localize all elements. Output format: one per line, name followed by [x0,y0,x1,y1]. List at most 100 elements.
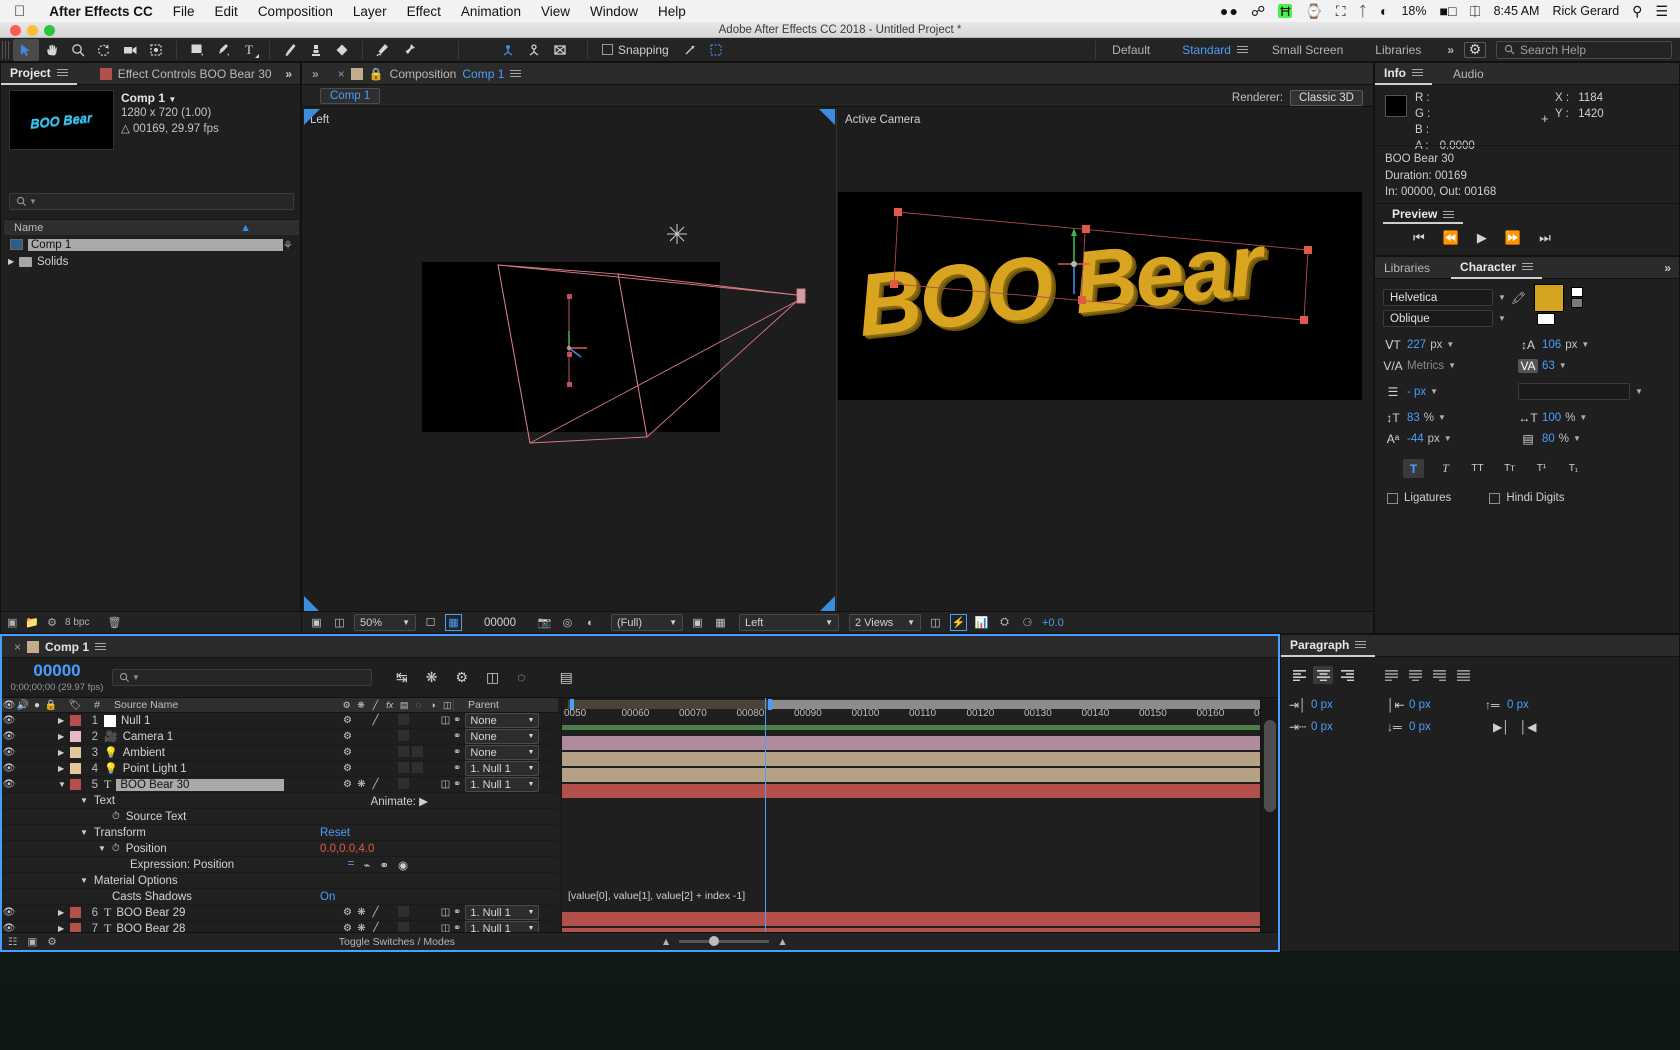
selection-handles[interactable] [838,192,1362,400]
property-value[interactable]: Reset [320,827,350,839]
layer-duration-bar[interactable] [562,784,1268,798]
clock-label[interactable]: 8:45 AM [1494,5,1540,18]
leading-value[interactable]: 106 [1542,339,1561,351]
threed-switch[interactable]: ◫ [439,923,452,932]
show-channels-icon[interactable]: ◐ [582,614,599,631]
space-before-field[interactable]: ↑═ 0 px [1485,698,1557,712]
timeline-property-row[interactable]: Casts Shadows On [2,889,558,905]
shy-switch[interactable]: ⚙ [341,907,354,918]
timeline-graph-icon[interactable]: 📊 [973,614,990,631]
tab-preview[interactable]: Preview [1383,206,1464,224]
rtl-direction-icon[interactable]: │◀ [1520,720,1537,734]
horizontal-scale-dropdown-icon[interactable]: ▼ [1579,413,1587,422]
timeline-property-row[interactable]: ▼ Material Options [2,873,558,889]
stroke-color-swatch[interactable] [1570,287,1583,297]
ltr-direction-icon[interactable]: ▶│ [1493,720,1510,734]
quality-switch[interactable]: ╱ [369,907,382,918]
menu-help[interactable]: Help [648,4,696,19]
snapping-checkbox[interactable] [602,44,613,55]
type-tool[interactable]: T [236,39,262,61]
workspace-menu-icon[interactable] [1236,44,1248,55]
rotation-tool[interactable] [91,39,117,61]
character-panel-menu-icon[interactable] [1522,261,1534,272]
timeline-layer-row[interactable]: 👁 ▶ 7 T BOO Bear 28 ⚙ ❋ ╱ ◫ ⚭ 1. Null 1 ▼ [2,921,558,932]
collapse-switch[interactable]: ❋ [355,779,368,790]
notification-center-icon[interactable]: ☰ [1655,4,1668,18]
zoom-in-timeline-icon[interactable]: ▲ [777,936,787,948]
tab-effect-controls[interactable]: Effect Controls BOO Bear 30 [91,63,281,85]
parent-pickwhip-icon[interactable]: ⚭ [453,715,461,726]
timeline-layer-row[interactable]: 👁 ▶ 4 💡 Point Light 1 ⚙ ⚭ 1. Null 1 ▼ [2,761,558,777]
first-frame-icon[interactable]: ⏮ [1413,230,1425,246]
comp-flowchart-icon[interactable]: ⛭ [996,614,1013,631]
kerning-field[interactable]: V/A Metrics ▼ [1383,359,1495,373]
hindi-digits-checkbox[interactable] [1489,492,1501,504]
baseline-shift-field[interactable]: Aᵃ -44 px ▼ [1383,432,1495,446]
region-interest-icon-2[interactable]: ▣ [689,614,706,631]
new-comp-icon[interactable]: ▣ [7,616,17,629]
timeline-snapshot-icon[interactable]: ▣ [27,936,37,948]
layer-lock-toggle[interactable] [44,907,58,918]
shy-switch[interactable]: ⚙ [341,731,354,742]
baseline-shift-value[interactable]: -44 [1407,433,1424,445]
expression-graph-icon[interactable]: ⌁ [363,858,370,872]
timeline-zoom-thumb[interactable] [709,936,720,946]
comp-lock-icon[interactable]: ⚘ [283,238,293,252]
font-family-dropdown-icon[interactable]: ▼ [1498,293,1506,302]
parent-pickwhip-icon[interactable]: ⚭ [453,763,461,774]
parent-pickwhip-icon[interactable]: ⚭ [453,731,461,742]
leading-field[interactable]: ↕A 106 px ▼ [1518,338,1630,352]
composition-panel-menu-icon[interactable] [510,68,522,79]
delete-icon[interactable]: 🗑 [107,616,121,629]
parent-dropdown[interactable]: 1. Null 1 ▼ [465,761,540,776]
dropbox-icon[interactable]: ● ● [1220,4,1238,18]
layer-twirl-icon[interactable]: ▶ [58,716,70,725]
puppet-pin-tool[interactable] [396,39,422,61]
parent-pickwhip-icon[interactable]: ⚭ [453,923,461,932]
fill-swatch-small[interactable] [1536,312,1555,325]
expression-text[interactable]: [value[0], value[1], value[2] + index -1… [568,890,745,902]
zoom-tool[interactable] [65,39,91,61]
viewport-left[interactable]: Left [302,109,837,612]
subscript-icon[interactable]: T₁ [1563,459,1584,478]
layer-duration-bar[interactable] [562,912,1268,926]
shy-switch[interactable]: ⚙ [341,715,354,726]
parent-dropdown[interactable]: 1. Null 1 ▼ [465,777,540,792]
tsume-field[interactable]: ▤ 80 % ▼ [1518,432,1630,446]
indent-first-value[interactable]: 0 px [1311,721,1333,733]
selection-tool[interactable] [13,38,39,61]
stroke-width-dropdown-icon[interactable]: ▼ [1430,387,1438,396]
justify-last-right-icon[interactable] [1429,666,1449,684]
all-caps-icon[interactable]: TT [1467,459,1488,478]
toggle-switches-modes-button[interactable]: Toggle Switches / Modes [339,936,455,948]
collapse-switch[interactable]: ❋ [355,923,368,932]
animate-label[interactable]: Animate: ▶ [371,794,428,808]
previous-frame-icon[interactable]: ⏪ [1443,230,1459,246]
fill-color-swatch[interactable] [1533,283,1564,312]
parent-dropdown[interactable]: None ▼ [465,729,540,744]
maximize-window-button[interactable] [44,24,55,36]
resolution-dropdown[interactable]: (Full) ▼ [610,614,683,631]
layer-lock-toggle[interactable] [44,731,58,742]
layer-visibility-toggle[interactable]: 👁 [2,731,16,742]
layer-visibility-toggle[interactable]: 👁 [2,907,16,918]
timeline-motion-icon[interactable]: ⚙ [47,936,56,948]
justify-last-left-icon[interactable] [1381,666,1401,684]
property-stopwatch-icon[interactable]: ⏱ [112,843,120,854]
layer-visibility-toggle[interactable]: 👁 [2,779,16,790]
project-item-solids[interactable]: ▶ Solids [4,253,299,270]
layer-duration-bar[interactable] [562,752,1268,766]
quality-switch[interactable]: ╱ [369,923,382,932]
layer-source-name[interactable]: Null 1 [104,714,341,727]
menu-layer[interactable]: Layer [343,4,397,19]
tab-character[interactable]: Character [1451,257,1543,279]
vertical-scale-dropdown-icon[interactable]: ▼ [1438,413,1446,422]
project-search-input[interactable]: ▼ [9,193,294,210]
creative-cloud-icon[interactable]: ☍ [1251,4,1265,18]
close-tab-icon[interactable]: × [338,67,345,81]
layer-parent-cell[interactable]: ⚭ 1. Null 1 ▼ [453,777,558,792]
toggle-transparency-grid-icon[interactable]: ▦ [445,614,462,631]
region-of-interest-icon[interactable]: ☐ [422,614,439,631]
kerning-dropdown-icon[interactable]: ▼ [1448,361,1456,370]
layer-twirl-icon[interactable]: ▶ [58,764,70,773]
